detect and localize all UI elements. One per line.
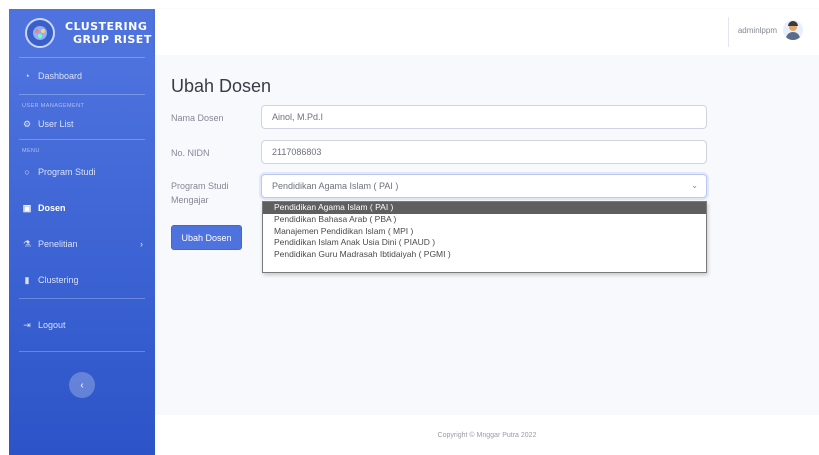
topbar-divider <box>728 17 729 47</box>
logo-icon <box>25 18 55 48</box>
program-studi-label-line1: Program Studi <box>171 181 229 191</box>
nidn-label: No. NIDN <box>171 148 210 158</box>
page-title: Ubah Dosen <box>171 76 272 96</box>
nama-dosen-value: Ainol, M.Pd.I <box>272 112 324 122</box>
sidebar-item-label: User List <box>38 119 74 129</box>
program-studi-dropdown-list: Pendidikan Agama Islam ( PAI ) Pendidika… <box>262 201 707 273</box>
sidebar-item-user-list[interactable]: ⚙ User List <box>9 109 155 139</box>
sidebar-item-label: Clustering <box>38 275 79 285</box>
dashboard-icon: ◔ <box>24 71 30 81</box>
nidn-value: 2117086803 <box>272 147 322 157</box>
sidebar-item-dosen[interactable]: ▣ Dosen <box>9 190 155 226</box>
brand-title-line1: CLUSTERING <box>65 20 148 33</box>
footer: Copyright © Mnggar Putra 2022 <box>155 415 819 455</box>
avatar[interactable] <box>783 20 803 40</box>
sidebar-item-dashboard[interactable]: ◔ Dashboard <box>9 58 155 94</box>
nidn-input[interactable]: 2117086803 <box>261 140 707 164</box>
topbar: adminlppm <box>155 9 819 55</box>
nama-dosen-input[interactable]: Ainol, M.Pd.I <box>261 105 707 129</box>
sidebar-item-logout[interactable]: ⇥ Logout <box>9 299 155 351</box>
research-icon: ⚗ <box>22 238 32 249</box>
dropdown-option[interactable]: Pendidikan Guru Madrasah Ibtidaiyah ( PG… <box>263 249 706 261</box>
nav-heading-menu: MENU <box>22 148 40 154</box>
sidebar-item-program-studi[interactable]: ○ Program Studi <box>9 154 155 190</box>
program-studi-select[interactable]: Pendidikan Agama Islam ( PAI ) ⌄ <box>261 174 707 198</box>
chevron-down-icon: ⌄ <box>691 181 698 190</box>
sidebar-item-label: Penelitian <box>38 239 78 249</box>
circle-icon: ○ <box>24 167 30 177</box>
sidebar-item-label: Dosen <box>38 203 66 213</box>
program-studi-label-line2: Mengajar <box>171 195 209 205</box>
program-studi-selected-value: Pendidikan Agama Islam ( PAI ) <box>272 181 399 191</box>
dropdown-option[interactable]: Pendidikan Bahasa Arab ( PBA ) <box>263 214 706 226</box>
copyright-text: Copyright © Mnggar Putra 2022 <box>437 431 537 439</box>
nama-dosen-label: Nama Dosen <box>171 113 224 123</box>
chart-icon: ▮ <box>24 274 30 285</box>
dropdown-option[interactable]: Pendidikan Agama Islam ( PAI ) <box>263 202 706 214</box>
id-card-icon: ▣ <box>22 202 32 213</box>
dropdown-option[interactable]: Pendidikan Islam Anak Usia Dini ( PIAUD … <box>263 237 706 249</box>
chevron-right-icon: › <box>140 239 143 249</box>
nav-heading-user-management: USER MANAGEMENT <box>22 103 85 109</box>
program-studi-label: Program Studi Mengajar <box>171 179 229 207</box>
sidebar-item-label: Logout <box>38 320 66 330</box>
chevron-left-icon: ‹ <box>80 379 84 391</box>
brand[interactable]: CLUSTERING GRUP RISET <box>9 9 155 57</box>
sidebar-item-penelitian[interactable]: ⚗ Penelitian › <box>9 226 155 262</box>
sidebar-item-label: Program Studi <box>38 167 96 177</box>
sidebar-item-label: Dashboard <box>38 71 83 81</box>
dropdown-option[interactable]: Manajemen Pendidikan Islam ( MPI ) <box>263 226 706 238</box>
logout-icon: ⇥ <box>23 319 31 330</box>
sidebar-toggle-button[interactable]: ‹ <box>69 372 95 398</box>
sidebar-item-clustering[interactable]: ▮ Clustering <box>9 262 155 298</box>
user-menu[interactable]: adminlppm <box>738 20 803 40</box>
sidebar-divider <box>19 351 145 352</box>
username: adminlppm <box>737 25 777 35</box>
sidebar: CLUSTERING GRUP RISET ◔ Dashboard USER M… <box>9 9 155 455</box>
brand-title-line2: GRUP RISET <box>73 33 152 46</box>
user-icon: ⚙ <box>22 118 32 129</box>
ubah-dosen-button[interactable]: Ubah Dosen <box>171 225 242 250</box>
